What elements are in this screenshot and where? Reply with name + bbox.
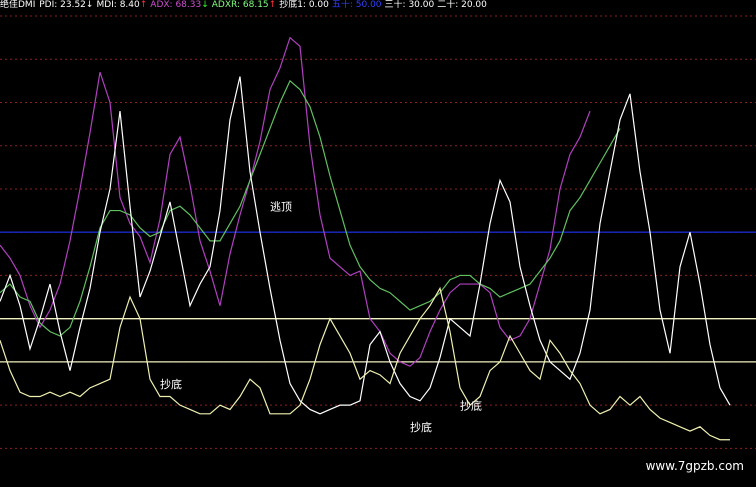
- dmi-chart: 逃顶抄底抄底抄底: [0, 15, 756, 449]
- trend-arrow-icon: ↓: [201, 0, 209, 10]
- header-value-3: ADXR: 68.15↑: [212, 0, 276, 10]
- trend-arrow-icon: ↓: [85, 0, 94, 10]
- annotation-label: 抄底: [460, 398, 482, 412]
- header-value-4: 抄底1: 0.00: [279, 0, 329, 10]
- header-value-text: MDI: 8.40: [96, 0, 140, 10]
- header-values: PDI: 23.52↓ MDI: 8.40↑ ADX: 68.33↓ ADXR: 68…: [39, 0, 490, 10]
- header-value-text: 二十: 20.00: [437, 0, 487, 10]
- header-value-text: PDI: 23.52: [39, 0, 86, 10]
- trend-arrow-icon: ↑: [268, 0, 277, 10]
- header-value-text: 五十: 50.00: [331, 0, 382, 10]
- header-value-2: ADX: 68.33↓: [150, 0, 208, 10]
- header-value-text: ADX: 68.33: [150, 0, 202, 10]
- header-value-text: ADXR: 68.15: [211, 0, 269, 10]
- indicator-header: 绝佳DMI PDI: 23.52↓ MDI: 8.40↑ ADX: 68.33↓ AD…: [0, 0, 493, 12]
- header-value-0: PDI: 23.52↓: [39, 0, 93, 10]
- annotation-label: 抄底: [410, 420, 432, 434]
- series-adxr-line: [0, 79, 621, 337]
- watermark: www.7gpzb.com: [645, 459, 744, 473]
- annotation-label: 逃顶: [270, 201, 292, 214]
- header-value-text: 抄底1: 0.00: [279, 0, 329, 10]
- trend-arrow-icon: ↑: [139, 0, 148, 10]
- indicator-window: 逃顶 抄底 抄底 抄底 绝佳DMI PDI: 23.52↓ MDI: 8.40↑ ADX:…: [0, 0, 756, 487]
- header-value-text: 三十: 30.00: [384, 0, 435, 10]
- header-value-7: 二十: 20.00: [437, 0, 487, 10]
- series-pdi-line: [0, 76, 731, 415]
- annotation-label: 抄底: [160, 377, 182, 391]
- indicator-name: 绝佳DMI: [0, 0, 36, 10]
- series-adx-line: [0, 36, 591, 367]
- header-value-6: 三十: 30.00: [385, 0, 435, 10]
- series-mdi-line: [0, 286, 730, 441]
- header-value-1: MDI: 8.40↑: [96, 0, 147, 10]
- header-value-5: 五十: 50.00: [332, 0, 382, 10]
